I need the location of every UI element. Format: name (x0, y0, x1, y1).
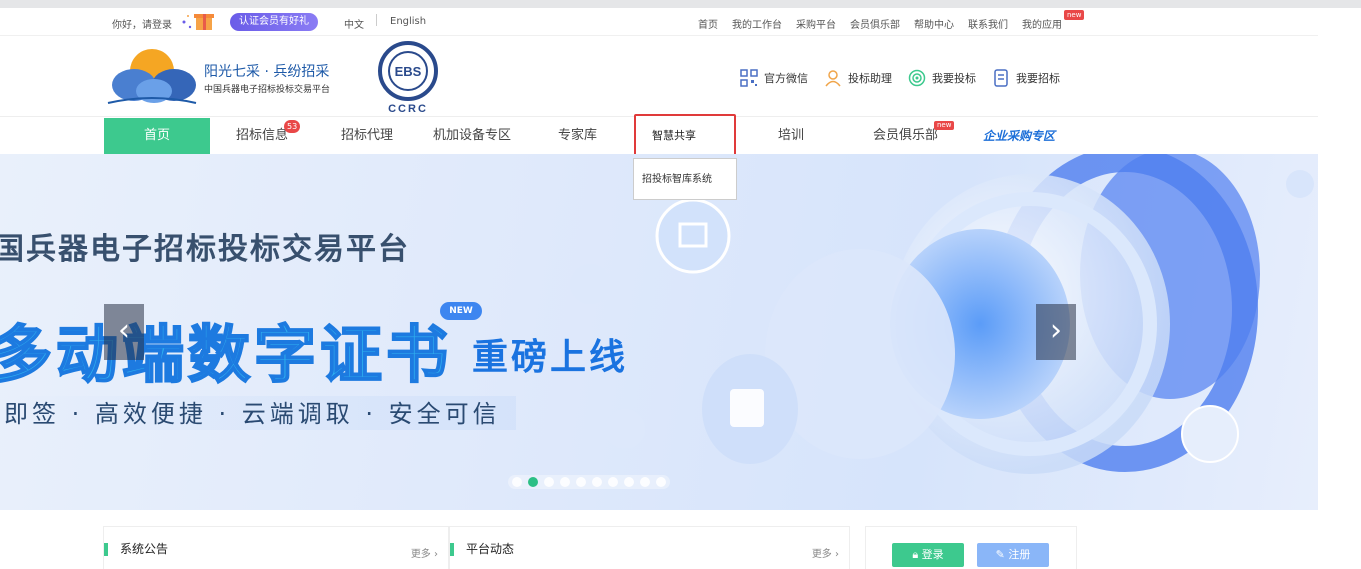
i-want-to-tender-label: 我要招标 (1016, 72, 1060, 85)
lock-icon: 🔒︎ (912, 548, 922, 561)
login-button[interactable]: 🔒︎ 登录 (892, 543, 964, 567)
ccrc-text: CCRC (388, 103, 428, 115)
glass-rings-illustration (570, 154, 1314, 474)
carousel-dot[interactable] (624, 477, 634, 487)
hero-banner[interactable]: 国兵器电子招标投标交易平台 多动端数字证书 NEW 重磅上线 即签 · 高效便捷… (0, 154, 1318, 510)
nav-expert-library[interactable]: 专家库 (558, 118, 597, 154)
carousel-dot[interactable] (560, 477, 570, 487)
register-label: 注册 (1008, 548, 1031, 561)
qrcode-icon (740, 69, 758, 87)
carousel-dot[interactable] (544, 477, 554, 487)
target-icon (908, 69, 926, 87)
login-label: 登录 (921, 548, 944, 561)
top-link-contact[interactable]: 联系我们 (968, 16, 1008, 31)
top-link-my-apps[interactable]: 我的应用 (1022, 16, 1062, 31)
platform-news-more-link[interactable]: 更多 › (812, 545, 839, 560)
nav-bid-info[interactable]: 招标信息 (236, 118, 288, 154)
document-icon (994, 69, 1008, 87)
system-notice-title: 系统公告 (104, 543, 168, 556)
ebs-text: EBS (395, 64, 422, 79)
carousel-dot[interactable] (640, 477, 650, 487)
nav-enterprise-procurement[interactable]: 企业采购专区 (983, 118, 1055, 154)
carousel-dots (508, 475, 670, 489)
carousel-dot[interactable] (512, 477, 522, 487)
carousel-dot[interactable] (576, 477, 586, 487)
sun-mountain-logo[interactable] (104, 45, 200, 105)
pencil-icon: ✎ (995, 548, 1009, 561)
lang-english-link[interactable]: English (390, 16, 426, 27)
top-link-procurement[interactable]: 采购平台 (796, 16, 836, 31)
my-apps-new-badge: new (1064, 10, 1085, 20)
club-new-badge: new (934, 121, 955, 130)
browser-top-strip (0, 0, 1361, 8)
carousel-dot[interactable] (608, 477, 618, 487)
banner-main-suffix: 重磅上线 (472, 337, 629, 378)
official-wechat-label: 官方微信 (764, 72, 808, 85)
nav-training[interactable]: 培训 (778, 118, 804, 154)
logo-title: 阳光七采 · 兵纷招采 (204, 64, 330, 80)
user-icon (825, 70, 841, 87)
system-notice-more-link[interactable]: 更多 › (411, 545, 438, 560)
bid-assistant-link[interactable]: 投标助理 (824, 69, 892, 87)
site-header: 阳光七采 · 兵纷招采 中国兵器电子招标投标交易平台 EBS CCRC 官方微信… (0, 37, 1318, 117)
top-links: 首页 我的工作台 采购平台 会员俱乐部 帮助中心 联系我们 我的应用 (698, 16, 1076, 31)
carousel-dot[interactable] (592, 477, 602, 487)
banner-new-badge: NEW (440, 302, 482, 320)
nav-home[interactable]: 首页 (104, 118, 210, 154)
carousel-dot[interactable] (528, 477, 538, 487)
smart-sharing-dropdown-item[interactable]: 招投标智库系统 (633, 158, 737, 200)
official-wechat-link[interactable]: 官方微信 (740, 69, 808, 87)
lang-divider (376, 14, 377, 26)
carousel-next-button[interactable]: › (1036, 304, 1076, 360)
i-want-to-bid-label: 我要投标 (932, 72, 976, 85)
nav-smart-sharing[interactable]: 智慧共享 (634, 114, 736, 158)
nav-machining-equipment[interactable]: 机加设备专区 (433, 118, 511, 154)
bid-info-count-badge: 53 (284, 120, 301, 133)
gift-icon (182, 14, 214, 30)
register-button[interactable]: ✎ 注册 (977, 543, 1049, 567)
login-greeting[interactable]: 你好，请登录 (112, 16, 172, 31)
login-panel: 🔒︎ 登录 ✎ 注册 (865, 526, 1077, 569)
platform-news-panel: 平台动态 更多 › (449, 526, 850, 569)
banner-tagline: 即签 · 高效便捷 · 云端调取 · 安全可信 (4, 400, 501, 428)
page-right-gutter (1318, 8, 1361, 569)
header-links: 官方微信 投标助理 我要投标 我要招标 (740, 69, 1076, 87)
main-nav: 首页 招标信息 53 招标代理 机加设备专区 专家库 智慧共享 培训 会员俱乐部… (0, 114, 1318, 158)
carousel-dot[interactable] (656, 477, 666, 487)
nav-bid-agency[interactable]: 招标代理 (341, 118, 393, 154)
platform-news-title: 平台动态 (450, 543, 514, 556)
carousel-prev-button[interactable]: ‹ (104, 304, 144, 360)
nav-member-club[interactable]: 会员俱乐部 (873, 118, 938, 154)
top-link-home[interactable]: 首页 (698, 16, 718, 31)
top-bar: 你好，请登录 认证会员有好礼 中文 English 首页 我的工作台 采购平台 … (0, 8, 1318, 36)
top-link-help[interactable]: 帮助中心 (914, 16, 954, 31)
bid-assistant-label: 投标助理 (848, 72, 892, 85)
banner-headline: 国兵器电子招标投标交易平台 (0, 232, 410, 267)
member-gift-badge[interactable]: 认证会员有好礼 (230, 13, 318, 31)
ebs-ccrc-logo: EBS CCRC (378, 41, 438, 115)
banner-main-title: 多动端数字证书 (0, 317, 453, 392)
top-link-club[interactable]: 会员俱乐部 (850, 16, 900, 31)
system-notice-panel: 系统公告 更多 › (103, 526, 449, 569)
logo-subtitle: 中国兵器电子招标投标交易平台 (204, 85, 331, 95)
i-want-to-tender-link[interactable]: 我要招标 (992, 69, 1060, 87)
i-want-to-bid-link[interactable]: 我要投标 (908, 69, 976, 87)
top-link-workbench[interactable]: 我的工作台 (732, 16, 782, 31)
lang-chinese-link[interactable]: 中文 (344, 16, 364, 31)
